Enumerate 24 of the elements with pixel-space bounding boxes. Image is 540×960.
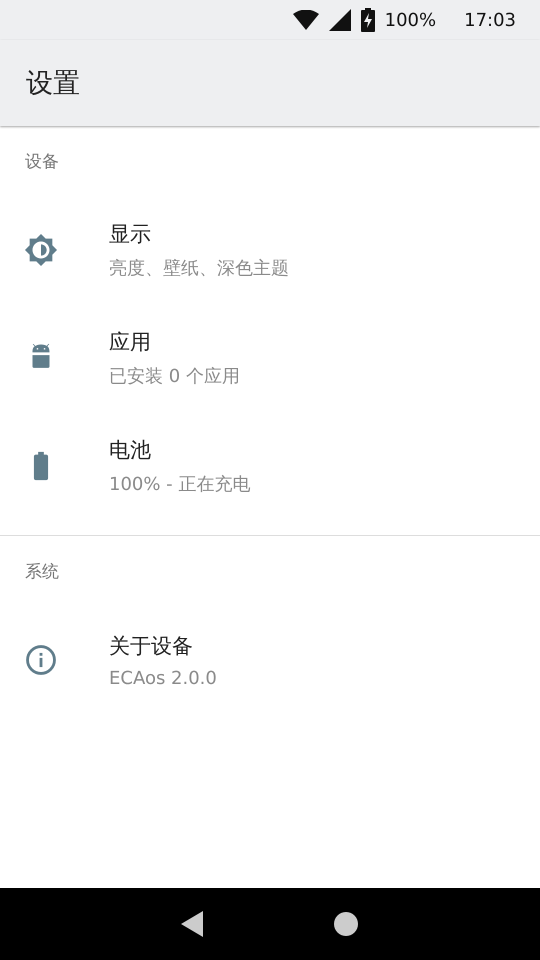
info-icon xyxy=(24,643,58,677)
wifi-icon xyxy=(292,10,319,30)
clock-time: 17:03 xyxy=(464,10,516,30)
battery-percentage: 100% xyxy=(384,10,436,30)
item-title: 应用 xyxy=(109,329,152,356)
home-icon[interactable] xyxy=(333,911,359,937)
settings-item[interactable]: 应用 已安装 0 个应用 xyxy=(0,304,540,412)
item-subtitle: 亮度、壁纸、深色主题 xyxy=(109,257,289,280)
settings-item[interactable]: 关于设备 ECAos 2.0.0 xyxy=(0,606,540,714)
item-title: 显示 xyxy=(109,221,152,248)
settings-item[interactable]: 电池 100% - 正在充电 xyxy=(0,412,540,520)
brightness-icon xyxy=(24,233,58,267)
item-subtitle: ECAos 2.0.0 xyxy=(109,668,217,688)
back-icon[interactable] xyxy=(181,911,203,937)
item-subtitle: 已安装 0 个应用 xyxy=(109,365,240,388)
page-title: 设置 xyxy=(26,67,80,101)
settings-item[interactable]: 显示 亮度、壁纸、深色主题 xyxy=(0,196,540,304)
item-subtitle: 100% - 正在充电 xyxy=(109,473,250,496)
battery-charging-icon xyxy=(360,8,375,32)
section-header: 设备 xyxy=(25,150,59,172)
signal-icon xyxy=(328,9,351,31)
item-title: 关于设备 xyxy=(109,632,194,660)
section-header: 系统 xyxy=(25,560,59,582)
item-title: 电池 xyxy=(109,437,152,464)
